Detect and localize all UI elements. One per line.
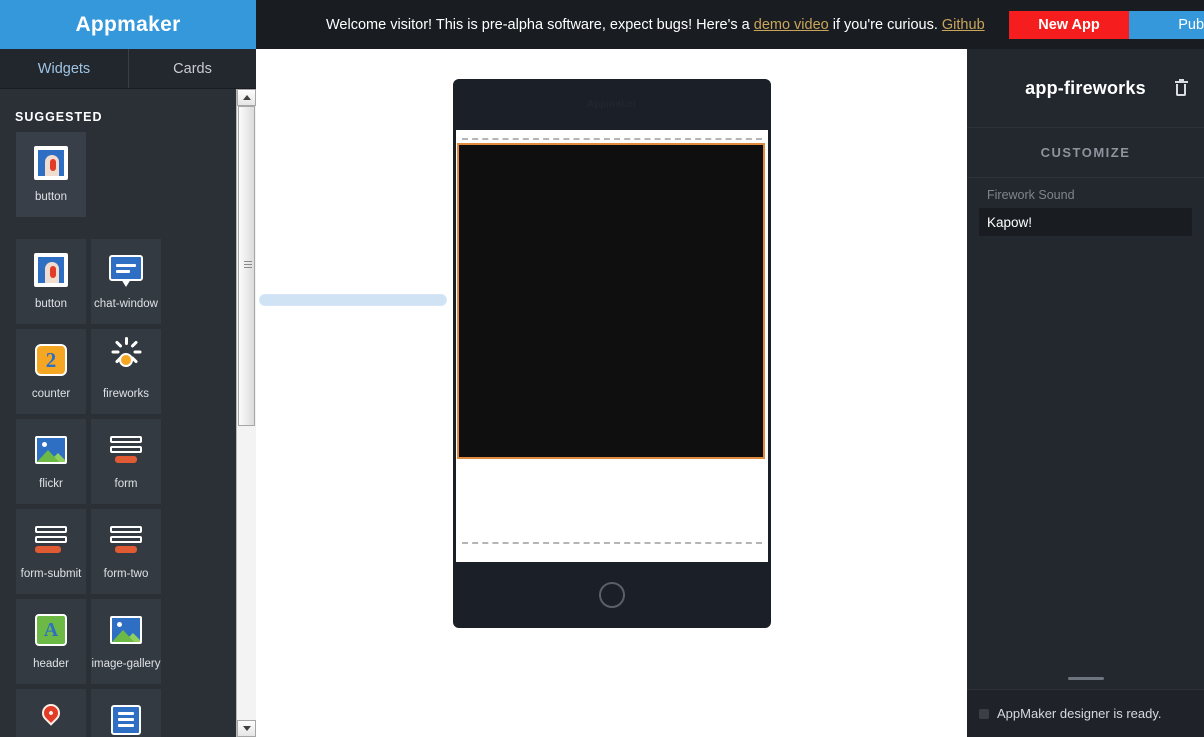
widget-label: fireworks [103, 388, 149, 400]
widget-label: form-two [104, 568, 149, 580]
image-icon [32, 431, 70, 469]
properties-sidebar: app-fireworks CUSTOMIZE Firework Sound [967, 49, 1204, 737]
widget-tile-menu[interactable]: menu [91, 689, 161, 737]
drop-placeholder-bar [260, 295, 446, 305]
widget-row: 2 counter [16, 329, 216, 414]
menu-icon [107, 701, 145, 737]
widget-tile-form-two[interactable]: form-two [91, 509, 161, 594]
widget-tile-flickr[interactable]: flickr [16, 419, 86, 504]
trash-icon[interactable] [1169, 76, 1193, 100]
widget-tile-suggested-button[interactable]: button [16, 132, 86, 217]
panel-tabs: Widgets Cards [0, 49, 256, 89]
counter-icon: 2 [32, 341, 70, 379]
phone-status-text: Appmaker [587, 99, 637, 110]
chat-window-icon [107, 251, 145, 289]
phone-home-area [453, 562, 771, 628]
widget-tile-chat-window[interactable]: chat-window [91, 239, 161, 324]
customize-section-header: CUSTOMIZE [967, 128, 1204, 178]
selected-widget-fireworks[interactable] [457, 143, 765, 459]
sidebar-scrollbar[interactable] [236, 89, 256, 737]
tab-cards[interactable]: Cards [128, 49, 256, 88]
widget-label: form [115, 478, 138, 490]
console-message: AppMaker designer is ready. [997, 706, 1162, 721]
widget-row: flickr form [16, 419, 216, 504]
form-two-icon [107, 521, 145, 559]
demo-video-link[interactable]: demo video [754, 17, 829, 33]
chevron-up-icon [243, 95, 251, 100]
firework-sound-input[interactable] [979, 208, 1192, 236]
console-icon [979, 709, 989, 719]
top-banner: Welcome visitor! This is pre-alpha softw… [256, 0, 1204, 49]
scroll-down-button[interactable] [237, 720, 256, 737]
widget-label: flickr [39, 478, 63, 490]
widget-row: map menu [16, 689, 216, 737]
widget-row: A header image-gallery [16, 599, 216, 684]
property-list: Firework Sound [967, 178, 1204, 246]
form-submit-icon [32, 521, 70, 559]
new-app-button[interactable]: New App [1009, 11, 1129, 39]
widget-label: image-gallery [91, 658, 160, 670]
banner-text-before: Welcome visitor! This is pre-alpha softw… [326, 17, 754, 33]
tab-widgets[interactable]: Widgets [0, 49, 128, 88]
counter-badge: 2 [35, 344, 67, 376]
phone-preview[interactable]: Appmaker [453, 79, 771, 628]
left-sidebar: Appmaker Widgets Cards SUGGESTED button [0, 0, 256, 737]
phone-screen[interactable] [456, 130, 768, 562]
scrollbar-thumb[interactable] [238, 106, 255, 426]
widget-scroll-area[interactable]: SUGGESTED button [0, 89, 256, 737]
widget-label: button [35, 191, 67, 203]
button-icon [32, 251, 70, 289]
widget-row-suggested: button [16, 132, 216, 217]
widget-tile-fireworks[interactable]: fireworks [91, 329, 161, 414]
widget-label: counter [32, 388, 70, 400]
scrollbar-track[interactable] [237, 106, 256, 720]
widget-row: button chat-window [16, 239, 216, 324]
widget-label: header [33, 658, 69, 670]
drop-zone-divider-top [462, 138, 762, 140]
console-resize-handle[interactable] [967, 668, 1204, 689]
grip-icon [1068, 677, 1104, 680]
widget-tile-form-submit[interactable]: form-submit [16, 509, 86, 594]
widget-tile-header[interactable]: A header [16, 599, 86, 684]
widget-label: button [35, 298, 67, 310]
home-button-icon[interactable] [599, 582, 625, 608]
widget-tile-button[interactable]: button [16, 239, 86, 324]
header-icon: A [32, 611, 70, 649]
widget-grid: button button [0, 132, 216, 737]
widget-tile-image-gallery[interactable]: image-gallery [91, 599, 161, 684]
appmaker-designer-window: Welcome visitor! This is pre-alpha softw… [0, 0, 1204, 737]
scroll-up-button[interactable] [237, 89, 256, 106]
property-label: Firework Sound [979, 188, 1192, 202]
scrollbar-grip-icon [244, 261, 252, 271]
widget-tile-form[interactable]: form [91, 419, 161, 504]
page-title: app-fireworks [1025, 78, 1146, 99]
image-icon [107, 611, 145, 649]
property-firework-sound: Firework Sound [967, 188, 1204, 246]
widget-row: form-submit form-two [16, 509, 216, 594]
status-console: AppMaker designer is ready. [967, 689, 1204, 737]
chevron-down-icon [243, 726, 251, 731]
suggested-heading: SUGGESTED [0, 89, 256, 132]
phone-status-bar: Appmaker [453, 79, 771, 130]
brand-bar: Appmaker [0, 0, 256, 49]
form-icon [107, 431, 145, 469]
github-link[interactable]: Github [942, 17, 985, 33]
drop-zone-divider-bottom [462, 542, 762, 544]
design-canvas[interactable]: Appmaker [256, 49, 967, 737]
trash-glyph [1175, 81, 1188, 96]
banner-message: Welcome visitor! This is pre-alpha softw… [326, 17, 985, 33]
map-pin-icon [32, 701, 70, 737]
fireworks-icon [107, 341, 145, 379]
banner-text-middle: if you're curious. [829, 17, 942, 33]
widget-label: chat-window [94, 298, 158, 310]
customize-label: CUSTOMIZE [1041, 145, 1131, 160]
app-title-row: app-fireworks [967, 49, 1204, 128]
widget-label: form-submit [21, 568, 82, 580]
app-brand-title: Appmaker [75, 13, 180, 37]
header-badge: A [35, 614, 67, 646]
button-icon [32, 144, 70, 182]
widget-tile-map[interactable]: map [16, 689, 86, 737]
widget-tile-counter[interactable]: 2 counter [16, 329, 86, 414]
